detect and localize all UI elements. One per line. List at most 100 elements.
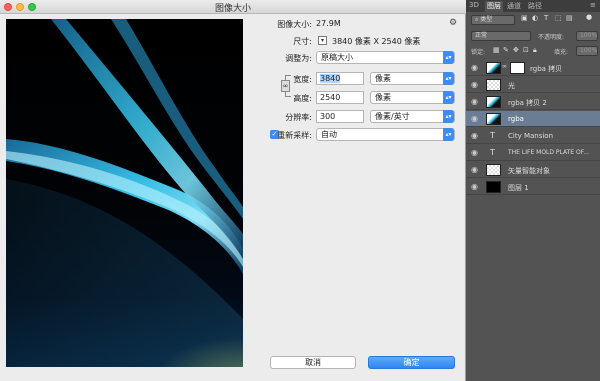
- width-input[interactable]: 3840: [316, 72, 364, 85]
- layer-name: City Mansion: [508, 132, 554, 140]
- filter-toggle-icon[interactable]: ●: [586, 13, 592, 21]
- layer-row[interactable]: ◉ ∞ rgba 拷贝: [466, 60, 600, 76]
- blend-mode-select[interactable]: 正常: [471, 31, 531, 41]
- opacity-input[interactable]: 100%: [576, 31, 598, 41]
- tab-layers[interactable]: 图层: [485, 1, 503, 12]
- lock-label: 锁定:: [471, 49, 486, 56]
- width-value: 3840: [320, 74, 341, 83]
- preview-artwork: [6, 19, 243, 367]
- filter-pixel-icon[interactable]: ▣: [521, 14, 528, 22]
- eye-icon[interactable]: ◉: [471, 182, 478, 191]
- layer-row[interactable]: ◉ 矢量智能对象: [466, 162, 600, 178]
- height-input[interactable]: 2540: [316, 91, 364, 104]
- fill-input[interactable]: 100%: [576, 46, 598, 56]
- fill-label: 填充:: [554, 49, 569, 56]
- layer-mask-thumbnail: [510, 62, 525, 74]
- height-label: 高度:: [293, 94, 312, 103]
- layer-name: rgba: [508, 115, 524, 123]
- filter-adjustment-icon[interactable]: ◐: [532, 14, 538, 22]
- gear-icon[interactable]: ⚙: [449, 18, 457, 28]
- panel-menu-icon[interactable]: ≡: [590, 1, 596, 9]
- cancel-button[interactable]: 取消: [270, 356, 356, 369]
- lock-all-icon[interactable]: 🔒︎: [533, 46, 537, 55]
- filter-shape-icon[interactable]: ⬚: [555, 14, 562, 22]
- fit-to-label: 调整为:: [285, 54, 312, 63]
- layer-name: THE LIFE MOLD PLATE OF...: [508, 149, 589, 156]
- image-size-dialog: 图像大小 图像大小: 27.9M ⚙ 尺寸: ▾ 3840 像素 X 2540 …: [0, 0, 466, 381]
- dialog-titlebar: 图像大小: [0, 0, 466, 14]
- height-unit-value: 像素: [375, 93, 391, 102]
- resolution-unit-select[interactable]: 像素/英寸 ▴▾: [370, 110, 455, 123]
- resolution-input[interactable]: 300: [316, 110, 364, 123]
- layer-name: rgba 拷贝 2: [508, 99, 547, 107]
- layer-thumbnail: [486, 164, 501, 176]
- layer-name: 矢量智能对象: [508, 167, 550, 175]
- dimensions-label: 尺寸:: [293, 37, 312, 46]
- opacity-label: 不透明度:: [538, 34, 565, 41]
- chevron-updown-icon: ▴▾: [443, 51, 454, 64]
- eye-icon[interactable]: ◉: [471, 80, 478, 89]
- height-unit-select[interactable]: 像素 ▴▾: [370, 91, 455, 104]
- panel-tabs: 3D 图层 通道 路径 ≡: [466, 0, 600, 12]
- filter-search-icon: ⌕: [475, 16, 479, 23]
- layers-panel: 3D 图层 通道 路径 ≡ ⌕ 类型 ▣ ◐ T ⬚ ▤ ● 正常 不透明度: …: [466, 0, 600, 381]
- layer-row[interactable]: ◉ rgba 拷贝 2: [466, 94, 600, 110]
- chevron-updown-icon: ▴▾: [443, 72, 454, 85]
- image-size-label: 图像大小:: [277, 20, 312, 29]
- tab-paths[interactable]: 路径: [528, 1, 542, 11]
- filter-type-icon[interactable]: T: [544, 14, 548, 22]
- image-size-value: 27.9M: [316, 19, 341, 28]
- filter-kind-select[interactable]: ⌕ 类型: [471, 15, 515, 25]
- ok-button[interactable]: 确定: [368, 356, 455, 369]
- filter-smart-object-icon[interactable]: ▤: [566, 14, 573, 22]
- chevron-updown-icon: ▴▾: [443, 128, 454, 141]
- layer-thumbnail: [486, 96, 501, 108]
- text-layer-icon: T: [490, 131, 495, 140]
- width-unit-select[interactable]: 像素 ▴▾: [370, 72, 455, 85]
- fit-to-select[interactable]: 原稿大小 ▴▾: [316, 51, 455, 64]
- layer-thumbnail: [486, 62, 501, 74]
- layer-row[interactable]: ◉ rgba: [466, 111, 600, 127]
- height-value: 2540: [320, 93, 341, 102]
- width-label: 宽度:: [293, 75, 312, 84]
- layer-row[interactable]: ◉ 光: [466, 77, 600, 93]
- filter-kind-value: 类型: [480, 16, 493, 23]
- layer-thumbnail: [486, 113, 501, 125]
- image-preview[interactable]: [6, 19, 243, 367]
- lock-brush-icon[interactable]: ✎: [503, 46, 509, 54]
- dimensions-unit-menu[interactable]: ▾: [318, 36, 327, 45]
- resolution-unit-value: 像素/英寸: [375, 112, 410, 121]
- dialog-title: 图像大小: [214, 4, 251, 14]
- resample-select[interactable]: 自动 ▴▾: [316, 128, 455, 141]
- dimensions-value: 3840 像素 X 2540 像素: [332, 37, 421, 46]
- layer-row[interactable]: ◉ 图层 1: [466, 179, 600, 195]
- lock-artboard-icon[interactable]: ⊡: [523, 46, 529, 54]
- resample-value: 自动: [321, 130, 337, 139]
- layer-thumbnail: [486, 79, 501, 91]
- fit-to-value: 原稿大小: [321, 53, 353, 62]
- layer-name: 图层 1: [508, 184, 529, 192]
- layer-thumbnail: [486, 181, 501, 193]
- text-layer-icon: T: [490, 148, 495, 157]
- chevron-updown-icon: ▴▾: [443, 91, 454, 104]
- resample-label: 重新采样:: [277, 131, 312, 140]
- tab-channels[interactable]: 通道: [507, 1, 521, 11]
- chain-link-icon: ∞: [502, 63, 507, 70]
- eye-icon[interactable]: ◉: [471, 97, 478, 106]
- resolution-value: 300: [320, 112, 336, 121]
- chevron-updown-icon: ▴▾: [443, 110, 454, 123]
- layer-name: 光: [508, 82, 515, 90]
- eye-icon[interactable]: ◉: [471, 131, 478, 140]
- lock-move-icon[interactable]: ✥: [513, 46, 519, 54]
- resolution-label: 分辨率:: [285, 113, 312, 122]
- eye-icon[interactable]: ◉: [471, 165, 478, 174]
- eye-icon[interactable]: ◉: [471, 63, 478, 72]
- lock-transparent-icon[interactable]: ▦: [493, 46, 500, 54]
- tab-3d[interactable]: 3D: [469, 1, 479, 9]
- layer-name: rgba 拷贝: [530, 65, 563, 73]
- width-unit-value: 像素: [375, 74, 391, 83]
- eye-icon[interactable]: ◉: [471, 148, 478, 157]
- layer-row[interactable]: ◉ T City Mansion: [466, 128, 600, 144]
- layer-row[interactable]: ◉ T THE LIFE MOLD PLATE OF...: [466, 145, 600, 161]
- eye-icon[interactable]: ◉: [471, 114, 478, 123]
